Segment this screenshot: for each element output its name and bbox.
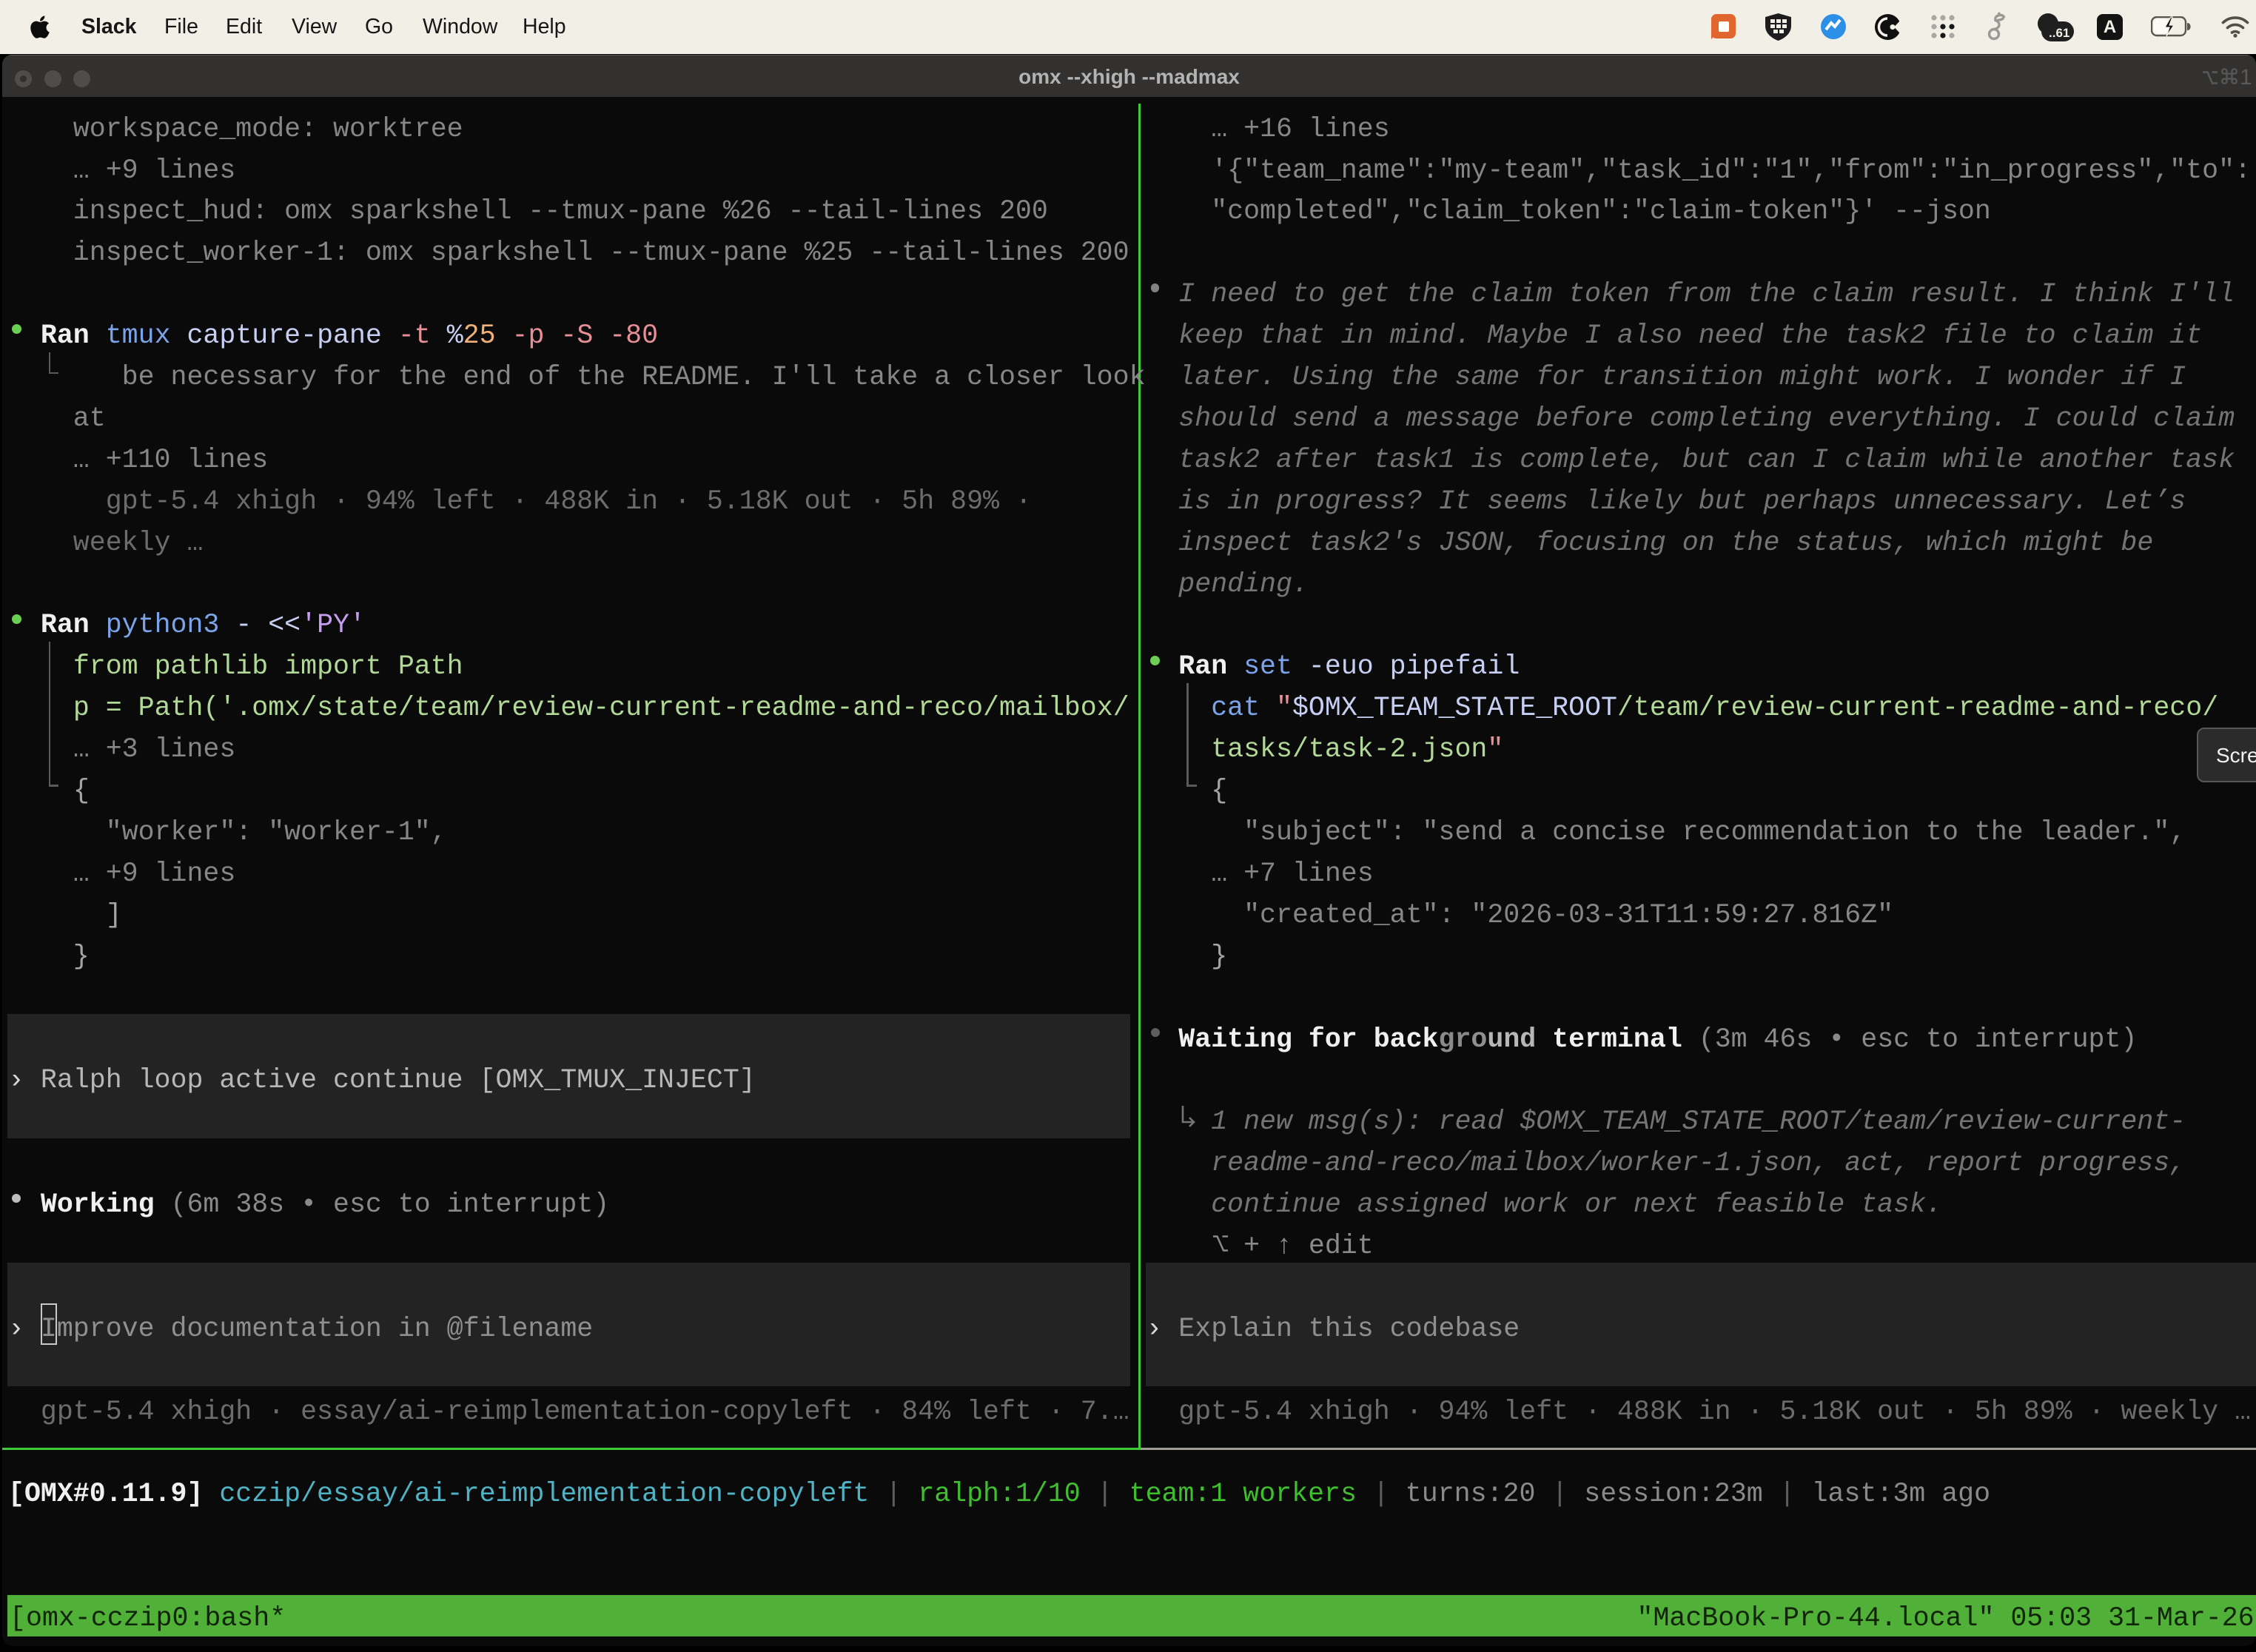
svg-text:..61: ..61 <box>2049 26 2069 40</box>
